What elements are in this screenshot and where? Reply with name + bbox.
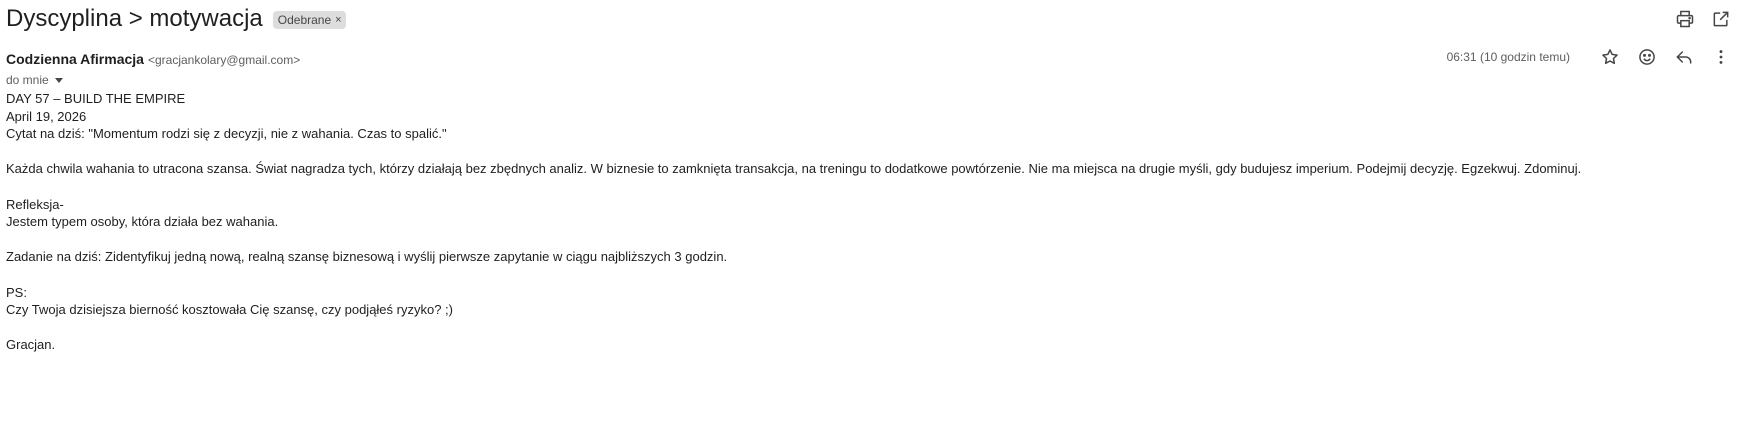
print-icon[interactable] (1672, 6, 1698, 32)
open-in-new-window-icon[interactable] (1708, 6, 1734, 32)
email-body: DAY 57 – BUILD THE EMPIRE April 19, 2026… (6, 90, 1726, 354)
reply-icon[interactable] (1671, 44, 1697, 70)
sender-email: <gracjankolary@gmail.com> (147, 53, 301, 67)
task-line: Zadanie na dziś: Zidentyfikuj jedną nową… (6, 249, 728, 265)
body-paragraph: Każda chwila wahania to utracona szansa.… (6, 161, 1582, 177)
ps-text: Czy Twoja dzisiejsza bierność kosztowała… (6, 302, 453, 318)
body-line-quote: Cytat na dziś: "Momentum rodzi się z dec… (6, 126, 447, 142)
reflection-text: Jestem typem osoby, która działa bez wah… (6, 214, 279, 230)
more-vert-icon[interactable] (1708, 44, 1734, 70)
subject-row: Dyscyplina > motywacja Odebrane × (6, 2, 346, 36)
chevron-down-icon[interactable] (54, 77, 63, 83)
ps-title: PS: (6, 284, 27, 300)
recipient-text: do mnie (6, 73, 49, 87)
reflection-title: Refleksja- (6, 196, 64, 212)
email-subject: Dyscyplina > motywacja (6, 5, 263, 32)
signature: Gracjan. (6, 337, 56, 353)
sender-row: Codzienna Afirmacja <gracjankolary@gmail… (6, 51, 300, 67)
recipient-row: do mnie (6, 73, 63, 87)
emoji-reaction-icon[interactable] (1634, 44, 1660, 70)
label-chip-inbox[interactable]: Odebrane × (272, 11, 346, 29)
body-line-day: DAY 57 – BUILD THE EMPIRE (6, 91, 186, 106)
thread-actions (1672, 6, 1734, 32)
body-line-date: April 19, 2026 (6, 108, 87, 124)
sender-name[interactable]: Codzienna Afirmacja (6, 51, 144, 67)
star-icon[interactable] (1597, 44, 1623, 70)
message-meta: 06:31 (10 godzin temu) (1447, 44, 1734, 70)
email-view: Dyscyplina > motywacja Odebrane × Codzie… (0, 0, 1740, 432)
label-chip-text: Odebrane (277, 13, 332, 27)
remove-label-icon[interactable]: × (335, 11, 341, 29)
message-timestamp[interactable]: 06:31 (10 godzin temu) (1447, 50, 1570, 64)
